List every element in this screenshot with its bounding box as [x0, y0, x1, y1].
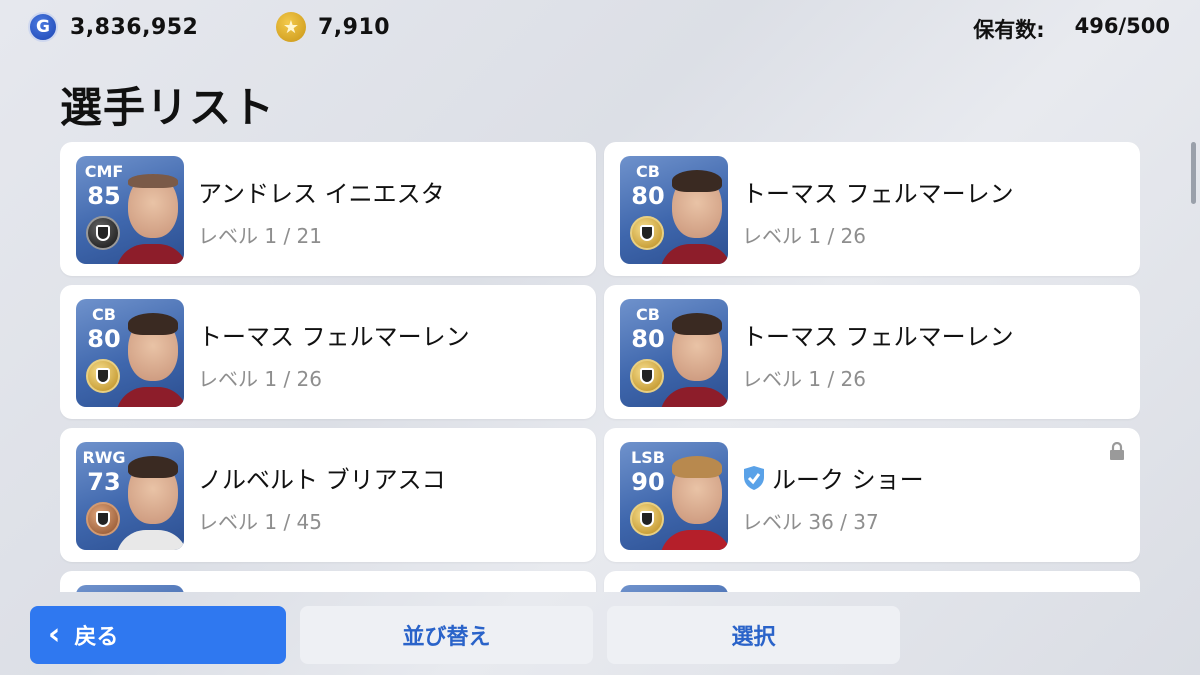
player-card[interactable]: CB 80 トーマス フェルマーレン レベル 1 / 26 [604, 285, 1140, 419]
player-level: レベル 36 / 37 [742, 510, 879, 534]
select-button-label: 選択 [731, 625, 776, 650]
player-rating: 80 [87, 325, 121, 353]
lock-icon[interactable] [1108, 442, 1126, 460]
player-card[interactable]: CMF 85 アンドレス イニエスタ レベル 1 / 21 [60, 142, 596, 276]
player-hair [128, 313, 178, 335]
player-position: CB [636, 162, 660, 181]
player-name: トーマス フェルマーレン [742, 180, 1014, 208]
gp-currency: G 3,836,952 [28, 12, 198, 42]
player-card[interactable]: RWG 73 ノルベルト ブリアスコ レベル 1 / 45 [60, 428, 596, 562]
player-portrait: CMF 85 [76, 156, 184, 264]
back-button-label: 戻る [74, 625, 119, 650]
player-name: ルーク ショー [772, 466, 924, 494]
club-badge-icon [630, 359, 664, 393]
player-name: トーマス フェルマーレン [742, 323, 1014, 351]
player-rating: 73 [87, 468, 121, 496]
g-coin-icon: G [28, 12, 58, 42]
player-capacity: 保有数: 496/500 [973, 14, 1170, 44]
player-shirt [660, 530, 728, 550]
verified-shield-icon [744, 465, 764, 490]
chevron-left-icon: ‹ [48, 617, 61, 652]
sort-button[interactable]: 並び替え [300, 606, 593, 664]
player-shirt [660, 387, 728, 407]
select-button[interactable]: 選択 [607, 606, 900, 664]
player-list: CMF 85 アンドレス イニエスタ レベル 1 / 21 CB 80 トーマス… [60, 142, 1140, 592]
star-coin-icon: ★ [276, 12, 306, 42]
club-badge-icon [630, 216, 664, 250]
player-portrait: RWG 73 [76, 442, 184, 550]
player-name-row: アンドレス イニエスタ [198, 174, 445, 209]
player-card[interactable]: CB 80 トーマス フェルマーレン レベル 1 / 26 [60, 285, 596, 419]
player-rating: 80 [631, 182, 665, 210]
scrollbar[interactable] [1191, 142, 1196, 204]
player-hair [672, 170, 722, 192]
player-position: CMF [84, 162, 124, 181]
player-hair [128, 174, 178, 188]
player-name-row: ルーク ショー [742, 460, 924, 495]
club-badge-icon [86, 502, 120, 536]
player-name: ノルベルト ブリアスコ [198, 466, 446, 494]
player-rating: 85 [87, 182, 121, 210]
player-hair [672, 456, 722, 478]
player-card[interactable]: CB 80 トーマス フェルマーレン レベル 1 / 26 [604, 142, 1140, 276]
club-badge-icon [86, 216, 120, 250]
capacity-label: 保有数: [973, 18, 1045, 42]
player-level: レベル 1 / 26 [198, 367, 322, 391]
player-name-row: トーマス フェルマーレン [742, 317, 1014, 352]
player-card-partial[interactable] [604, 571, 1140, 592]
back-button[interactable]: ‹ 戻る [30, 606, 286, 664]
player-card[interactable]: LSB 90 ルーク ショー レベル 36 / 37 [604, 428, 1140, 562]
player-hair [128, 456, 178, 478]
player-name-row: トーマス フェルマーレン [198, 317, 470, 352]
gp-amount: 3,836,952 [70, 14, 199, 40]
player-card-partial[interactable] [60, 571, 596, 592]
club-badge-icon [86, 359, 120, 393]
player-level: レベル 1 / 45 [198, 510, 322, 534]
player-position: CB [636, 305, 660, 324]
player-shirt [116, 244, 184, 264]
player-portrait [620, 585, 728, 592]
player-level: レベル 1 / 26 [742, 224, 866, 248]
player-rating: 80 [631, 325, 665, 353]
player-hair [672, 313, 722, 335]
sort-button-label: 並び替え [402, 625, 491, 650]
player-name-row: ノルベルト ブリアスコ [198, 460, 446, 495]
page-title: 選手リスト [60, 83, 276, 132]
player-level: レベル 1 / 21 [198, 224, 322, 248]
player-name: アンドレス イニエスタ [198, 180, 445, 208]
club-badge-icon [630, 502, 664, 536]
player-portrait: CB 80 [620, 299, 728, 407]
player-portrait: CB 80 [76, 299, 184, 407]
coin-currency: ★ 7,910 [276, 12, 390, 42]
player-portrait: CB 80 [620, 156, 728, 264]
player-level: レベル 1 / 26 [742, 367, 866, 391]
player-name-row: トーマス フェルマーレン [742, 174, 1014, 209]
coin-amount: 7,910 [318, 14, 391, 40]
player-position: LSB [631, 448, 665, 467]
player-shirt [660, 244, 728, 264]
player-name: トーマス フェルマーレン [198, 323, 470, 351]
player-position: CB [92, 305, 116, 324]
player-portrait: LSB 90 [620, 442, 728, 550]
player-position: RWG [82, 448, 126, 467]
player-portrait [76, 585, 184, 592]
top-bar: G 3,836,952 ★ 7,910 保有数: 496/500 [0, 0, 1200, 56]
capacity-value: 496/500 [1074, 14, 1170, 38]
player-shirt [116, 530, 184, 550]
player-rating: 90 [631, 468, 665, 496]
player-shirt [116, 387, 184, 407]
